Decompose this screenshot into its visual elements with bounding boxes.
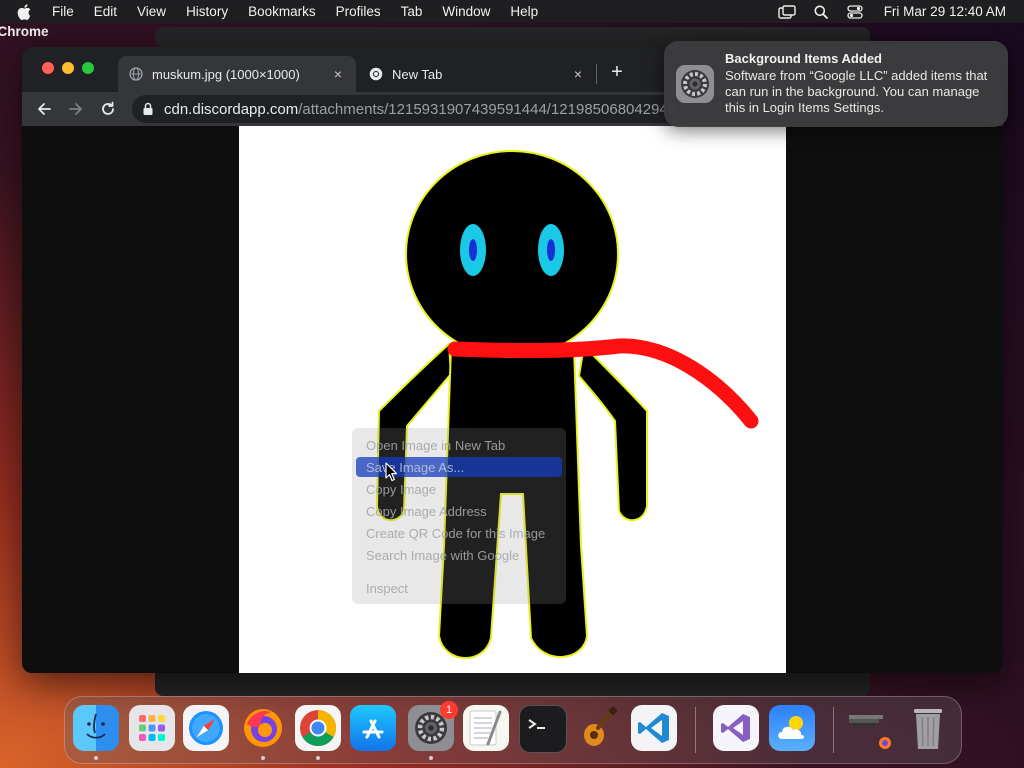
menu-item-copy-image-address[interactable]: Copy Image Address (366, 504, 487, 519)
menu-view[interactable]: View (137, 4, 166, 19)
menu-edit[interactable]: Edit (94, 4, 117, 19)
minimize-window-button[interactable] (62, 62, 74, 74)
trash-icon[interactable] (905, 705, 951, 751)
reload-icon[interactable] (96, 97, 120, 121)
site-info-icon[interactable] (142, 102, 156, 116)
globe-icon (128, 66, 144, 82)
url-text[interactable]: cdn.discordapp.com/attachments/121593190… (164, 101, 676, 118)
system-settings-icon (676, 65, 714, 103)
close-window-button[interactable] (42, 62, 54, 74)
menu-item-open-image-new-tab[interactable]: Open Image in New Tab (366, 438, 505, 453)
tab-title: muskum.jpg (1000×1000) (152, 66, 300, 82)
chrome-icon (368, 66, 384, 82)
running-indicator (429, 756, 433, 760)
background-items-notification[interactable]: Background Items Added Software from “Go… (664, 41, 1008, 127)
back-arrow-icon[interactable] (32, 97, 56, 121)
firefox-icon[interactable] (240, 705, 286, 751)
running-indicator (94, 756, 98, 760)
notification-body: Software from “Google LLC” added items t… (725, 68, 988, 115)
close-tab-icon[interactable]: × (330, 66, 346, 82)
window-controls (42, 62, 94, 74)
mouse-cursor-icon (385, 462, 398, 482)
menu-help[interactable]: Help (510, 4, 538, 19)
url-path: /attachments/1215931907439591444/1219850… (298, 100, 677, 118)
running-indicator (316, 756, 320, 760)
menu-bookmarks[interactable]: Bookmarks (248, 4, 316, 19)
tab-title: New Tab (392, 66, 443, 82)
menu-history[interactable]: History (186, 4, 228, 19)
textedit-icon[interactable] (463, 705, 509, 751)
tab-divider (596, 64, 597, 84)
screen-mirroring-icon[interactable] (776, 3, 798, 21)
app-store-icon[interactable] (350, 705, 396, 751)
weather-icon[interactable] (769, 705, 815, 751)
menu-tab[interactable]: Tab (401, 4, 423, 19)
chrome-icon[interactable] (295, 705, 341, 751)
close-tab-icon[interactable]: × (570, 66, 586, 82)
running-indicator (261, 756, 265, 760)
menu-bar-clock[interactable]: Fri Mar 29 12:40 AM (884, 4, 1006, 19)
zoom-window-button[interactable] (82, 62, 94, 74)
dock-divider (695, 707, 696, 753)
tab-new-tab[interactable]: New Tab × (358, 56, 596, 92)
menu-item-inspect[interactable]: Inspect (366, 581, 408, 596)
menu-item-create-qr-code[interactable]: Create QR Code for this Image (366, 526, 545, 541)
dock: 1 (64, 696, 962, 764)
notification-title: Background Items Added (725, 51, 882, 66)
menu-window[interactable]: Window (442, 4, 490, 19)
image-context-menu: Open Image in New Tab Save Image As... C… (352, 428, 566, 604)
menu-profiles[interactable]: Profiles (336, 4, 381, 19)
downloads-stack-icon[interactable] (847, 705, 893, 751)
safari-icon[interactable] (183, 705, 229, 751)
menu-item-copy-image[interactable]: Copy Image (366, 482, 436, 497)
control-center-icon[interactable] (844, 3, 866, 21)
menu-item-save-image-as[interactable]: Save Image As... (366, 460, 464, 475)
system-settings-icon[interactable]: 1 (408, 701, 458, 751)
vscode-icon[interactable] (631, 705, 677, 751)
forward-arrow-icon[interactable] (64, 97, 88, 121)
new-tab-button[interactable]: + (606, 61, 628, 83)
finder-icon[interactable] (73, 705, 119, 751)
menu-bar: Chrome File Edit View History Bookmarks … (0, 0, 1024, 39)
url-host: cdn.discordapp.com (164, 100, 299, 118)
menu-item-search-image-google[interactable]: Search Image with Google (366, 548, 519, 563)
launchpad-icon[interactable] (129, 705, 175, 751)
garageband-icon[interactable] (575, 705, 621, 751)
search-icon[interactable] (810, 3, 832, 21)
dock-divider (833, 707, 834, 753)
visual-studio-icon[interactable] (713, 705, 759, 751)
terminal-icon[interactable] (519, 705, 567, 753)
tab-muskum-image[interactable]: muskum.jpg (1000×1000) × (118, 56, 356, 92)
menu-file[interactable]: File (52, 4, 74, 19)
notification-badge: 1 (440, 701, 458, 719)
